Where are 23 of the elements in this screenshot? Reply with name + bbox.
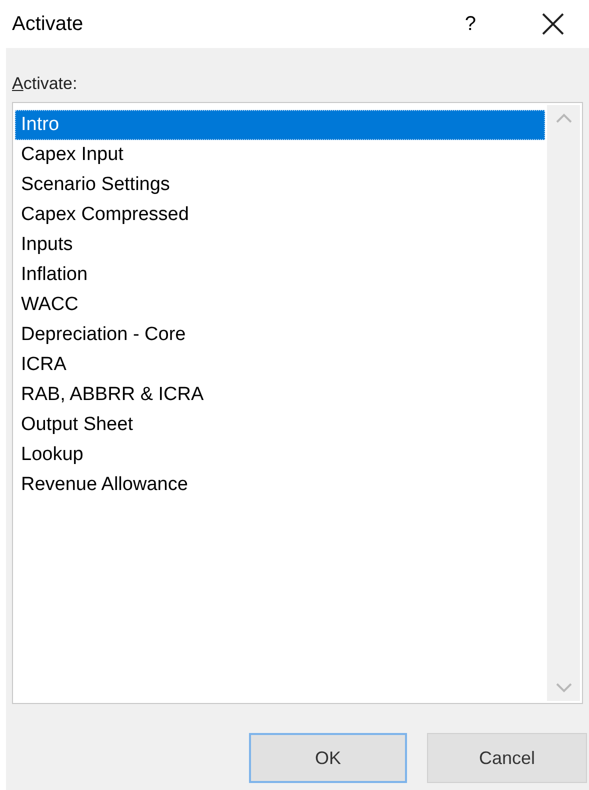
list-item[interactable]: RAB, ABBRR & ICRA (15, 380, 545, 410)
list-item[interactable]: WACC (15, 290, 545, 320)
cancel-button[interactable]: Cancel (427, 733, 587, 783)
list-item[interactable]: Inflation (15, 260, 545, 290)
help-button[interactable]: ? (464, 12, 476, 36)
list-item[interactable]: Depreciation - Core (15, 320, 545, 350)
list-label: Activate: (12, 74, 78, 94)
scroll-down-icon[interactable] (556, 683, 572, 693)
list-item[interactable]: Capex Compressed (15, 200, 545, 230)
list-item[interactable]: Lookup (15, 440, 545, 470)
list-item[interactable]: Revenue Allowance (15, 470, 545, 500)
list-item[interactable]: Intro (15, 110, 545, 140)
list-item[interactable]: Capex Input (15, 140, 545, 170)
list-item[interactable]: Scenario Settings (15, 170, 545, 200)
list-item[interactable]: Inputs (15, 230, 545, 260)
window-title: Activate (12, 12, 84, 36)
sheet-list[interactable]: Intro Capex Input Scenario Settings Capex Compressed Inputs Inflation WACC Depreciation - Core ICRA RAB, ABBRR & ICRA Output Sheet Lookup Revenue Allowance (12, 102, 583, 704)
list-item[interactable]: Output Sheet (15, 410, 545, 440)
close-icon[interactable] (542, 13, 564, 35)
ok-button[interactable]: OK (249, 733, 407, 783)
scroll-up-icon[interactable] (556, 113, 572, 123)
scrollbar[interactable] (547, 105, 580, 701)
list-item[interactable]: ICRA (15, 350, 545, 380)
